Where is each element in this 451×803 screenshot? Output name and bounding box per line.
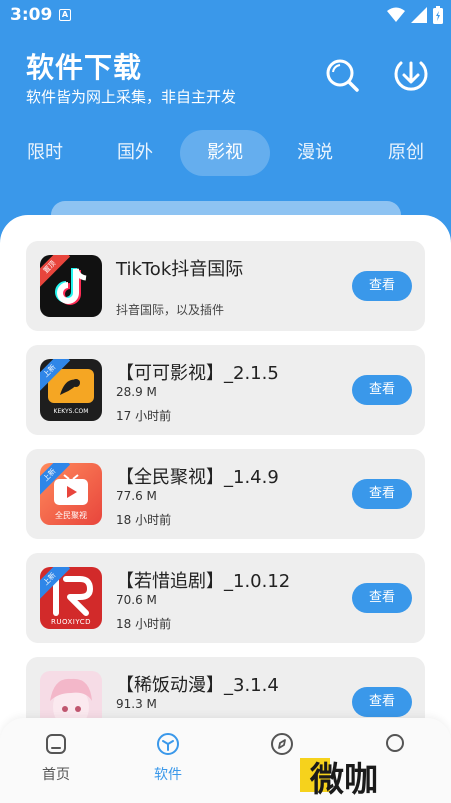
tab-limited[interactable]: 限时 bbox=[0, 130, 90, 176]
quanmin-icon-label: 全民聚视 bbox=[55, 511, 87, 520]
nav-software[interactable]: 软件 bbox=[138, 732, 198, 784]
ruoxi-app-icon: RUOXIYCD 上新 bbox=[40, 567, 102, 629]
category-tabs: 限时 国外 影视 漫说 原创 bbox=[0, 130, 451, 176]
status-time: 3:09 bbox=[10, 5, 53, 25]
app-name: 【可可影视】_2.1.5 bbox=[116, 363, 279, 384]
app-list-panel: 置顶 TikTok抖音国际 抖音国际，以及插件 查看 KEKYS.COM 上新 … bbox=[0, 215, 451, 803]
tab-novels[interactable]: 漫说 bbox=[270, 130, 360, 176]
app-size: 77.6 M bbox=[116, 489, 157, 503]
view-button[interactable]: 查看 bbox=[352, 375, 412, 405]
home-icon bbox=[46, 734, 66, 754]
keke-app-icon: KEKYS.COM 上新 bbox=[40, 359, 102, 421]
tab-original[interactable]: 原创 bbox=[361, 130, 451, 176]
keke-icon-label: KEKYS.COM bbox=[53, 408, 89, 415]
signal-icon bbox=[411, 7, 427, 23]
cube-icon bbox=[157, 733, 179, 755]
nav-home-label: 首页 bbox=[42, 767, 70, 783]
app-card[interactable]: 置顶 TikTok抖音国际 抖音国际，以及插件 查看 bbox=[26, 241, 425, 331]
compass-icon bbox=[271, 733, 293, 755]
app-size: 28.9 M bbox=[116, 385, 157, 399]
app-size: 70.6 M bbox=[116, 593, 157, 607]
app-name: 【若惜追剧】_1.0.12 bbox=[116, 571, 291, 592]
watermark: 微咖 bbox=[300, 752, 410, 800]
tiktok-app-icon: 置顶 bbox=[40, 255, 102, 317]
tab-video[interactable]: 影视 bbox=[180, 130, 270, 176]
view-button[interactable]: 查看 bbox=[352, 479, 412, 509]
app-name: 【稀饭动漫】_3.1.4 bbox=[116, 675, 279, 696]
watermark-text: 微咖 bbox=[310, 760, 378, 800]
search-icon bbox=[326, 59, 359, 92]
notification-icon: A bbox=[59, 9, 71, 21]
app-description: 抖音国际，以及插件 bbox=[116, 303, 225, 317]
page-subtitle: 软件皆为网上采集，非自主开发 bbox=[26, 88, 237, 106]
view-button[interactable]: 查看 bbox=[352, 271, 412, 301]
view-button[interactable]: 查看 bbox=[352, 687, 412, 717]
app-updated-time: 18 小时前 bbox=[116, 617, 172, 631]
wifi-icon bbox=[387, 7, 405, 22]
app-name: TikTok抖音国际 bbox=[116, 259, 244, 280]
app-card[interactable]: 全民聚视 上新 【全民聚视】_1.4.9 77.6 M 18 小时前 查看 bbox=[26, 449, 425, 539]
status-bar: 3:09 A bbox=[0, 0, 451, 30]
search-button[interactable] bbox=[322, 55, 362, 95]
app-card[interactable]: KEKYS.COM 上新 【可可影视】_2.1.5 28.9 M 17 小时前 … bbox=[26, 345, 425, 435]
ruoxi-icon-label: RUOXIYCD bbox=[50, 618, 92, 626]
app-updated-time: 18 小时前 bbox=[116, 513, 172, 527]
battery-icon bbox=[433, 6, 443, 24]
download-button[interactable] bbox=[391, 55, 431, 95]
view-button[interactable]: 查看 bbox=[352, 583, 412, 613]
status-icons bbox=[387, 6, 443, 24]
nav-home[interactable]: 首页 bbox=[26, 732, 86, 784]
quanmin-app-icon: 全民聚视 上新 bbox=[40, 463, 102, 525]
nav-software-label: 软件 bbox=[154, 767, 182, 783]
tab-foreign[interactable]: 国外 bbox=[90, 130, 180, 176]
page-title: 软件下载 bbox=[26, 51, 143, 84]
app-updated-time: 17 小时前 bbox=[116, 409, 172, 423]
app-size: 91.3 M bbox=[116, 697, 157, 711]
download-icon bbox=[394, 61, 428, 91]
app-card[interactable]: RUOXIYCD 上新 【若惜追剧】_1.0.12 70.6 M 18 小时前 … bbox=[26, 553, 425, 643]
app-name: 【全民聚视】_1.4.9 bbox=[116, 467, 279, 488]
